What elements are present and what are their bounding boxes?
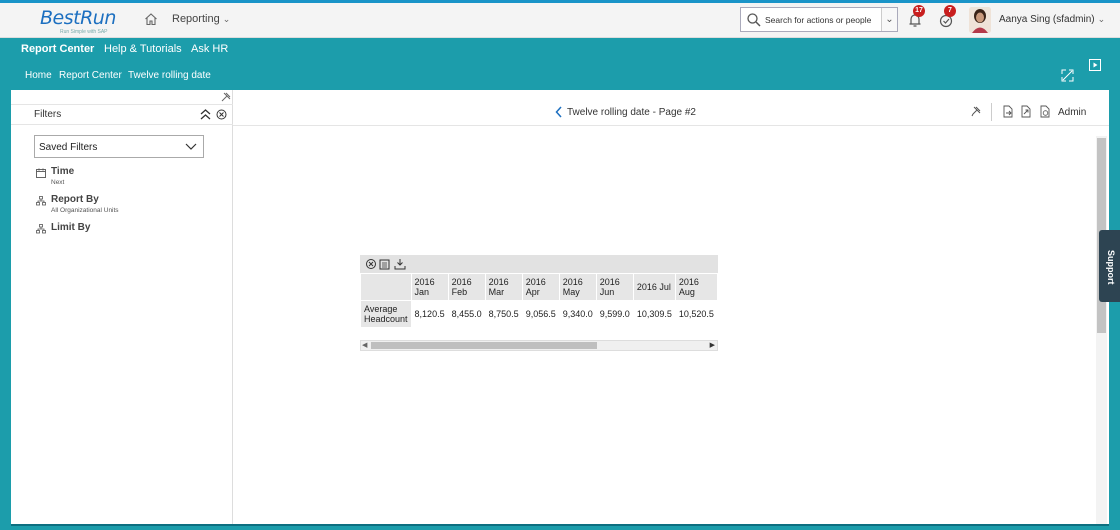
user-menu[interactable]: Aanya Sing (sfadmin) ⌄ <box>999 14 1105 25</box>
filter-name: Report By <box>51 194 99 205</box>
schedule-icon[interactable] <box>1039 105 1051 118</box>
filters-panel: Filters Saved Filters Time Next Report B… <box>11 90 233 524</box>
chevron-down-icon: ⌄ <box>222 14 231 24</box>
table-cell: 9,056.5 <box>521 300 560 328</box>
avatar[interactable] <box>969 7 991 33</box>
teal-navigation-bar: Report Center Help & Tutorials Ask HR Ho… <box>0 38 1120 90</box>
corner-cell <box>360 273 412 301</box>
search-icon <box>747 12 761 27</box>
share-icon[interactable] <box>1020 105 1032 118</box>
module-label: Reporting <box>172 13 220 25</box>
home-icon[interactable] <box>144 12 158 26</box>
menu-report-center[interactable]: Report Center <box>21 43 94 55</box>
bottom-divider <box>11 524 1109 526</box>
expand-icon[interactable] <box>1061 69 1074 82</box>
toolbar-divider <box>991 103 992 121</box>
collapse-icon[interactable] <box>200 109 211 120</box>
table-cell: 8,120.5 <box>410 300 449 328</box>
table-toolbar <box>360 255 718 273</box>
table-cell: 10,309.5 <box>632 300 676 328</box>
notifications-badge: 17 <box>913 5 925 17</box>
chevron-down-icon <box>185 143 197 150</box>
column-header: 2016 Aug <box>674 273 718 301</box>
scroll-left-icon[interactable]: ◀ <box>362 341 367 349</box>
filter-name: Time <box>51 166 75 177</box>
column-header: 2016 Jun <box>595 273 634 301</box>
chevron-left-icon[interactable] <box>555 106 563 118</box>
breadcrumb-current: Twelve rolling date <box>128 70 211 81</box>
search-field[interactable]: Search for actions or people ⌄ <box>740 7 898 32</box>
calendar-icon <box>36 168 46 178</box>
support-label: Support <box>1106 250 1116 285</box>
breadcrumb-home[interactable]: Home <box>25 70 52 81</box>
user-name-label: Aanya Sing (sfadmin) <box>999 14 1095 25</box>
pin-icon[interactable] <box>221 92 231 102</box>
table-cell: 9,599.0 <box>595 300 634 328</box>
table-row: Average Headcount 8,120.5 8,455.0 8,750.… <box>360 300 718 328</box>
company-logo[interactable]: BestRun Run Simple with SAP <box>40 7 116 35</box>
todo-badge: 7 <box>944 5 956 17</box>
todo-button[interactable]: 7 <box>937 5 956 29</box>
notifications-button[interactable]: 17 <box>906 5 925 29</box>
report-page-header: Twelve rolling date - Page #2 Admin <box>233 102 1109 126</box>
row-header: Average Headcount <box>360 300 412 328</box>
table-cell: 9,340.0 <box>558 300 597 328</box>
chevron-down-icon: ⌄ <box>1097 14 1106 24</box>
shell-bar: BestRun Run Simple with SAP Reporting ⌄ S… <box>0 3 1120 38</box>
vertical-scrollbar[interactable] <box>1096 136 1107 524</box>
horizontal-scrollbar[interactable]: ◀ ▶ <box>360 340 718 351</box>
column-header: 2016 Apr <box>521 273 560 301</box>
export-icon[interactable] <box>1002 105 1014 118</box>
support-tab[interactable]: Support <box>1099 230 1120 302</box>
download-icon[interactable] <box>394 258 406 270</box>
admin-menu[interactable]: Admin <box>1058 107 1086 118</box>
search-input[interactable]: Search for actions or people <box>765 15 881 25</box>
scrollbar-thumb[interactable] <box>371 342 597 349</box>
report-content-area: Filters Saved Filters Time Next Report B… <box>11 90 1109 524</box>
module-switcher[interactable]: Reporting ⌄ <box>172 13 230 25</box>
page-title: Twelve rolling date - Page #2 <box>567 107 696 118</box>
report-page: Twelve rolling date - Page #2 Admin 2016… <box>233 90 1109 524</box>
table-cell: 8,455.0 <box>447 300 486 328</box>
saved-filters-dropdown[interactable]: Saved Filters <box>34 135 204 158</box>
saved-filters-label: Saved Filters <box>39 142 98 153</box>
column-header: 2016 May <box>558 273 597 301</box>
filter-value: All Organizational Units <box>51 207 119 214</box>
pin-icon[interactable] <box>971 106 981 118</box>
table-settings-icon[interactable] <box>379 258 391 270</box>
play-icon[interactable] <box>1089 59 1101 71</box>
table-cell: 10,520.5 <box>674 300 718 328</box>
user-photo <box>969 7 991 33</box>
menu-help-tutorials[interactable]: Help & Tutorials <box>104 43 182 55</box>
reset-filters-icon[interactable] <box>216 109 227 120</box>
column-header: 2016 Jan <box>410 273 449 301</box>
column-header: 2016 Mar <box>484 273 523 301</box>
menu-ask-hr[interactable]: Ask HR <box>191 43 228 55</box>
search-scope-dropdown[interactable]: ⌄ <box>881 8 897 31</box>
filter-name: Limit By <box>51 222 91 233</box>
scroll-right-icon[interactable]: ▶ <box>710 341 715 349</box>
filters-title: Filters <box>34 109 62 120</box>
breadcrumb-report-center[interactable]: Report Center <box>59 70 122 81</box>
filters-header: Filters <box>11 104 233 125</box>
org-chart-icon <box>36 224 46 234</box>
column-header: 2016 Jul <box>632 273 676 301</box>
filter-value: Next <box>51 179 65 186</box>
table-cell: 8,750.5 <box>484 300 523 328</box>
logo-tagline: Run Simple with SAP <box>60 29 108 35</box>
column-header: 2016 Feb <box>447 273 486 301</box>
refresh-icon[interactable] <box>365 258 377 270</box>
org-chart-icon <box>36 196 46 206</box>
report-table: 2016 Jan 2016 Feb 2016 Mar 2016 Apr 2016… <box>360 273 718 329</box>
